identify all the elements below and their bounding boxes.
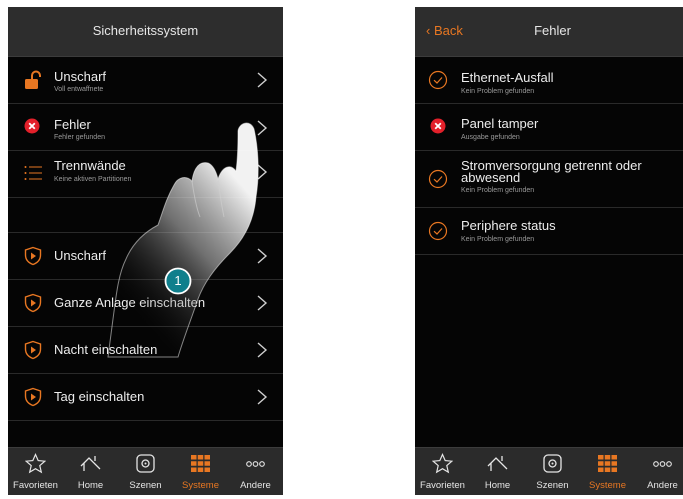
- right-screen: ‹ Back Fehler Ethernet-Ausfall Kein Prob…: [415, 7, 683, 495]
- tab-label: Szenen: [536, 480, 569, 491]
- page-title: Fehler: [534, 23, 571, 38]
- fault-list: Ethernet-Ausfall Kein Problem gefunden P…: [415, 57, 683, 255]
- step-badge: 1: [174, 273, 182, 288]
- tab-label: Favorieten: [420, 480, 465, 491]
- tab-home[interactable]: Home: [470, 448, 525, 495]
- check-circle-icon: [428, 221, 448, 241]
- tab-label: Favorieten: [13, 480, 58, 491]
- tab-andere[interactable]: Andere: [228, 448, 283, 495]
- tab-szenen[interactable]: Szenen: [118, 448, 173, 495]
- tab-bar: Favorieten Home Szenen Systeme Andere: [8, 447, 283, 495]
- item-sublabel: Ausgabe gefunden: [461, 134, 520, 141]
- star-icon: [432, 453, 453, 474]
- check-circle-icon: [428, 169, 448, 189]
- tab-szenen[interactable]: Szenen: [525, 448, 580, 495]
- item-sublabel: Kein Problem gefunden: [461, 88, 535, 95]
- house-icon: [487, 456, 508, 471]
- item-label-continued: abwesend: [461, 170, 521, 185]
- tab-label: Systeme: [182, 480, 219, 491]
- list-item-fault: Periphere status Kein Problem gefunden: [415, 208, 683, 255]
- error-icon: [430, 118, 446, 134]
- house-icon: [80, 456, 101, 471]
- check-circle-icon: [428, 70, 448, 90]
- left-screen: Sicherheitssystem Unscharf Voll entwaffn…: [8, 7, 283, 495]
- grid-icon: [598, 455, 617, 472]
- tab-label: Systeme: [589, 480, 626, 491]
- tab-bar: Favorieten Home Szenen Systeme Andere: [415, 447, 683, 495]
- tab-favorieten[interactable]: Favorieten: [415, 448, 470, 495]
- tab-label: Andere: [647, 480, 678, 491]
- tab-andere[interactable]: Andere: [635, 448, 683, 495]
- header: ‹ Back Fehler: [415, 7, 683, 57]
- grid-icon: [191, 455, 210, 472]
- pointing-hand-overlay: [107, 122, 259, 358]
- tab-label: Andere: [240, 480, 271, 491]
- more-icon: [246, 461, 265, 467]
- item-label: Ethernet-Ausfall: [461, 70, 554, 85]
- tab-favorieten[interactable]: Favorieten: [8, 448, 63, 495]
- tab-systeme[interactable]: Systeme: [173, 448, 228, 495]
- scene-icon: [543, 454, 562, 473]
- item-label: Panel tamper: [461, 116, 539, 131]
- tab-label: Home: [484, 480, 511, 491]
- item-label: Periphere status: [461, 218, 556, 233]
- item-sublabel: Kein Problem gefunden: [461, 236, 535, 243]
- tab-label: Home: [77, 480, 104, 491]
- list-item-fault: Stromversorgung getrennt oder abwesend K…: [415, 151, 683, 208]
- more-icon: [653, 461, 672, 467]
- item-sublabel: Kein Problem gefunden: [461, 187, 535, 194]
- scene-icon: [136, 454, 155, 473]
- tab-label: Szenen: [129, 480, 162, 491]
- list-item-fault: Panel tamper Ausgabe gefunden: [415, 104, 683, 151]
- list-item-fault: Ethernet-Ausfall Kein Problem gefunden: [415, 57, 683, 104]
- tab-systeme[interactable]: Systeme: [580, 448, 635, 495]
- tab-home[interactable]: Home: [63, 448, 118, 495]
- star-icon: [25, 453, 46, 474]
